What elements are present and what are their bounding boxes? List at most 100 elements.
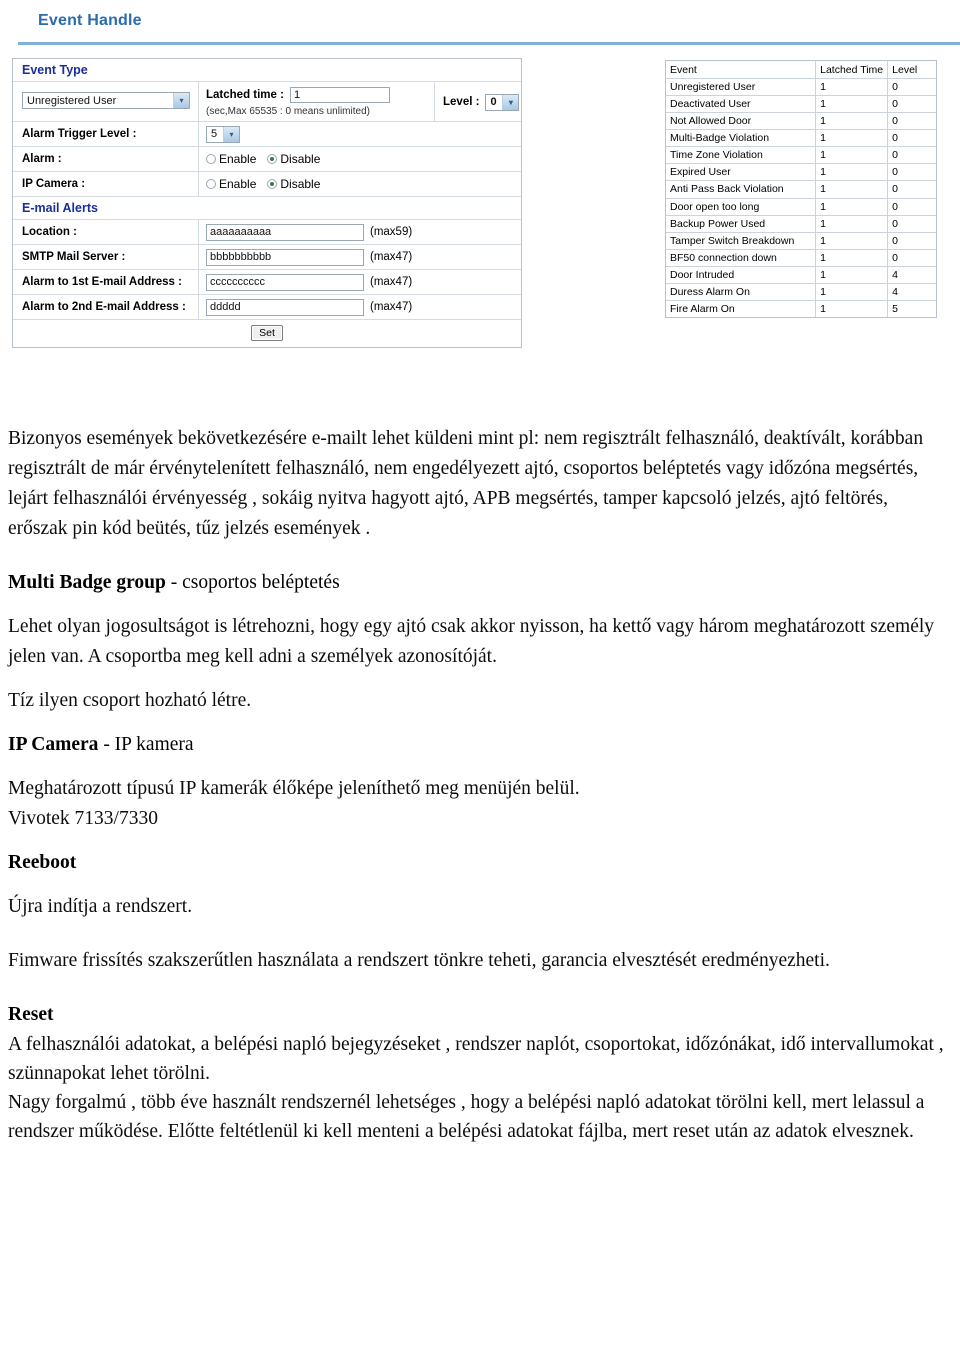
ip-camera-body: Meghatározott típusú IP kamerák élőképe … xyxy=(8,778,580,799)
cell-event-name: Deactivated User xyxy=(666,95,817,114)
table-row: Time Zone Violation 1 0 xyxy=(666,146,936,165)
reset-body-1: A felhasználói adatokat, a belépési napl… xyxy=(8,1034,944,1084)
intro-paragraph: Bizonyos események bekövetkezésére e-mai… xyxy=(8,428,924,539)
level-select[interactable]: 0 ▾ xyxy=(485,93,520,111)
alarm-radio-disable[interactable]: Disable xyxy=(267,152,320,166)
table-row: Door Intruded 1 4 xyxy=(666,266,936,284)
alarm-value-cell: Enable Disable xyxy=(199,147,521,171)
email2-input[interactable]: ddddd xyxy=(206,298,364,316)
cell-event-name: Door open too long xyxy=(666,198,817,216)
event-handle-screenshot: Event Handle Event Type Unregistered Use… xyxy=(0,0,960,420)
ip-camera-heading-rest: - IP kamera xyxy=(98,734,194,755)
alarm-radio-disable-label: Disable xyxy=(280,152,321,166)
cell-latched-time: 1 xyxy=(815,112,889,131)
col-header-event: Event xyxy=(666,61,817,80)
event-type-row: Unregistered User ▾ Latched time : 1 (se… xyxy=(13,82,521,122)
cell-event-name: Unregistered User xyxy=(666,78,817,97)
radio-unselected-icon xyxy=(206,179,216,189)
cell-latched-time: 1 xyxy=(815,146,889,165)
table-row: Fire Alarm On 1 5 xyxy=(666,300,936,317)
smtp-max-hint: (max47) xyxy=(370,251,413,263)
smtp-input[interactable]: bbbbbbbbbb xyxy=(206,248,364,266)
cell-latched-time: 1 xyxy=(815,283,889,301)
events-summary-panel: Event Latched Time Level Unregistered Us… xyxy=(665,60,937,318)
ip-camera-heading-bold: IP Camera xyxy=(8,734,99,755)
cell-event-name: BF50 connection down xyxy=(666,249,817,267)
cell-event-name: Fire Alarm On xyxy=(666,300,817,317)
email2-label: Alarm to 2nd E-mail Address : xyxy=(13,295,199,319)
latched-time-label: Latched time : xyxy=(206,89,284,101)
radio-selected-icon xyxy=(267,179,278,189)
event-config-panel: Event Type Unregistered User ▾ Latched t… xyxy=(12,58,522,348)
cell-level: 0 xyxy=(887,232,936,250)
document-body: Bizonyos események bekövetkezésére e-mai… xyxy=(0,424,960,1146)
event-type-select-cell: Unregistered User ▾ xyxy=(13,82,199,121)
ip-camera-label: IP Camera : xyxy=(13,172,199,196)
page-title: Event Handle xyxy=(38,12,142,29)
alarm-radio-group: Enable Disable xyxy=(206,152,320,166)
email1-label: Alarm to 1st E-mail Address : xyxy=(13,270,199,294)
email2-max-hint: (max47) xyxy=(370,301,413,313)
cell-latched-time: 1 xyxy=(815,232,889,250)
table-row: Not Allowed Door 1 0 xyxy=(666,112,936,131)
cell-level: 0 xyxy=(887,129,936,148)
cell-level: 4 xyxy=(887,266,936,284)
latched-time-cell: Latched time : 1 (sec,Max 65535 : 0 mean… xyxy=(199,82,435,121)
ip-camera-radio-enable-label: Enable xyxy=(219,177,257,191)
chevron-down-icon: ▾ xyxy=(173,93,189,108)
multi-badge-heading-rest: - csoportos beléptetés xyxy=(165,572,340,593)
cell-level: 0 xyxy=(887,95,936,114)
set-button-row: Set xyxy=(13,320,521,347)
smtp-label: SMTP Mail Server : xyxy=(13,245,199,269)
event-type-select[interactable]: Unregistered User ▾ xyxy=(22,92,190,109)
title-divider xyxy=(18,42,960,45)
cell-event-name: Multi-Badge Violation xyxy=(666,129,817,148)
cell-event-name: Tamper Switch Breakdown xyxy=(666,232,817,250)
email1-row: Alarm to 1st E-mail Address : cccccccccc… xyxy=(13,270,521,295)
cell-latched-time: 1 xyxy=(815,95,889,114)
cell-latched-time: 1 xyxy=(815,249,889,267)
alarm-trigger-level-select[interactable]: 5 ▾ xyxy=(206,125,240,143)
email-alerts-section-header: E-mail Alerts xyxy=(13,197,521,220)
reboot-heading: Reeboot xyxy=(8,852,77,873)
email1-max-hint: (max47) xyxy=(370,276,413,288)
ip-camera-radio-enable[interactable]: Enable xyxy=(206,177,256,191)
email1-input[interactable]: cccccccccc xyxy=(206,273,364,291)
cell-latched-time: 1 xyxy=(815,180,889,199)
location-label: Location : xyxy=(13,220,199,244)
cell-latched-time: 1 xyxy=(815,266,889,284)
table-row: Deactivated User 1 0 xyxy=(666,95,936,114)
alarm-trigger-level-value-cell: 5 ▾ xyxy=(199,122,521,146)
cell-event-name: Not Allowed Door xyxy=(666,112,817,131)
events-table-header-row: Event Latched Time Level xyxy=(666,61,936,80)
table-row: Multi-Badge Violation 1 0 xyxy=(666,129,936,148)
table-row: Duress Alarm On 1 4 xyxy=(666,283,936,301)
alarm-label: Alarm : xyxy=(13,147,199,171)
chevron-down-icon: ▾ xyxy=(502,94,519,110)
table-row: Backup Power Used 1 0 xyxy=(666,215,936,233)
cell-level: 0 xyxy=(887,112,936,131)
location-row: Location : aaaaaaaaaa (max59) xyxy=(13,220,521,245)
set-button[interactable]: Set xyxy=(251,325,283,341)
location-input[interactable]: aaaaaaaaaa xyxy=(206,223,364,241)
reset-heading: Reset xyxy=(8,1004,54,1025)
col-header-latched-time: Latched Time xyxy=(815,61,889,80)
latched-time-input[interactable]: 1 xyxy=(289,87,390,103)
table-row: Door open too long 1 0 xyxy=(666,198,936,216)
cell-level: 4 xyxy=(887,283,936,301)
multi-badge-heading-bold: Multi Badge group xyxy=(8,572,166,593)
table-row: BF50 connection down 1 0 xyxy=(666,249,936,267)
event-type-select-value: Unregistered User xyxy=(27,94,117,107)
location-max-hint: (max59) xyxy=(370,226,413,238)
cell-event-name: Expired User xyxy=(666,163,817,182)
ip-camera-radio-disable-label: Disable xyxy=(280,177,321,191)
cell-event-name: Backup Power Used xyxy=(666,215,817,233)
alarm-radio-enable[interactable]: Enable xyxy=(206,152,256,166)
ip-camera-radio-disable[interactable]: Disable xyxy=(267,177,320,191)
cell-latched-time: 1 xyxy=(815,215,889,233)
